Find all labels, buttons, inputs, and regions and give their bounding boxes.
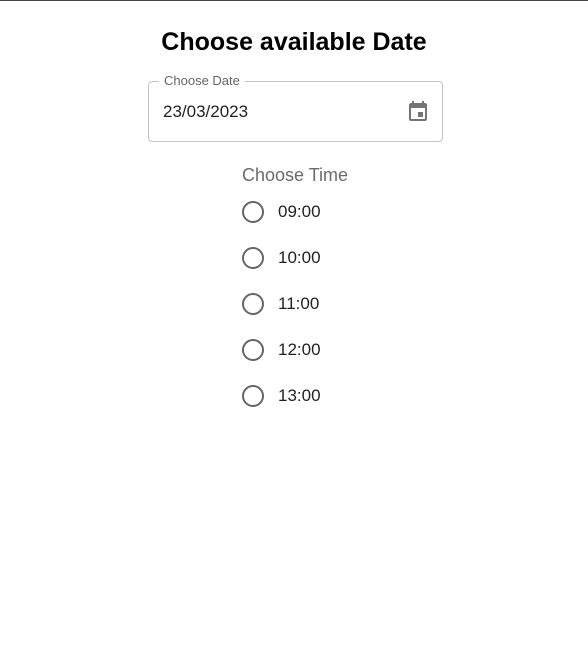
time-option-1000[interactable]: 10:00 — [241, 235, 348, 281]
calendar-icon[interactable] — [406, 100, 430, 124]
time-option-label: 12:00 — [278, 340, 321, 359]
time-option-label: 10:00 — [278, 248, 321, 267]
radio-button[interactable] — [242, 293, 264, 315]
time-option-1100[interactable]: 11:00 — [241, 281, 348, 327]
time-option-1200[interactable]: 12:00 — [241, 327, 348, 373]
radio-button[interactable] — [242, 385, 264, 407]
page-title: Choose available Date — [161, 28, 427, 56]
time-group-legend: Choose Time — [242, 165, 349, 185]
time-radio-group: Choose Time 09:00 10:00 11:00 12:00 13:0… — [241, 164, 348, 419]
date-field-value[interactable]: 23/03/2023 — [163, 101, 248, 123]
radio-button[interactable] — [242, 339, 264, 361]
radio-button[interactable] — [242, 247, 264, 269]
booking-page: Choose available Date Choose Date 23/03/… — [0, 0, 588, 672]
time-option-1300[interactable]: 13:00 — [241, 373, 348, 419]
date-field-label: Choose Date — [159, 73, 245, 89]
date-picker-field[interactable]: Choose Date 23/03/2023 — [148, 73, 443, 142]
radio-button[interactable] — [242, 201, 264, 223]
time-option-label: 11:00 — [278, 294, 320, 313]
time-option-label: 13:00 — [278, 386, 321, 405]
time-option-0900[interactable]: 09:00 — [241, 189, 348, 235]
time-option-label: 09:00 — [278, 202, 321, 221]
